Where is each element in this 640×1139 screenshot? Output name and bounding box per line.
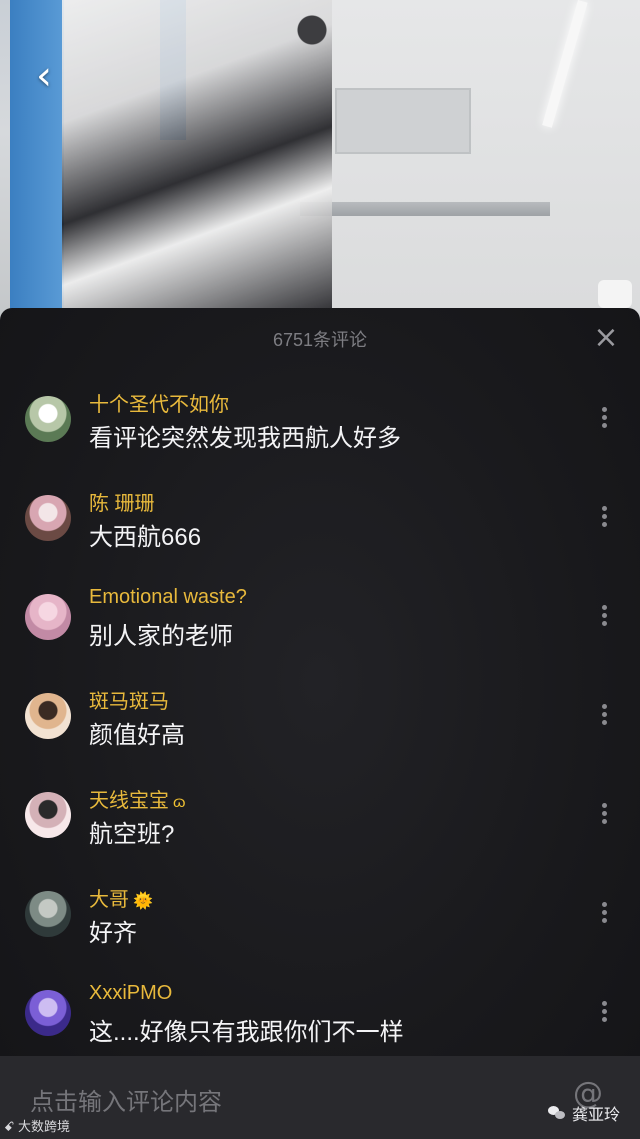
comment-item[interactable]: 陈 珊珊大西航666 [0,467,640,565]
avatar[interactable] [25,495,71,541]
avatar[interactable] [25,990,71,1036]
comments-sheet: 6751条评论 × 十个圣代不如你看评论突然发现我西航人好多陈 珊珊大西航666… [0,308,640,1139]
watermark-left: ꗃ 大数跨境 [4,1116,70,1135]
comment-text: 别人家的老师 [89,623,233,650]
comment-item[interactable]: XxxiPMO 这....好像只有我跟你们不一样 [0,962,640,1060]
more-vertical-icon [592,704,616,725]
comment-item[interactable]: 天线宝宝 ɷ 航空班? [0,764,640,862]
comment-item[interactable]: 大哥 🌞 好齐 [0,863,640,961]
comment-item[interactable]: 斑马斑马 颜值好高 [0,665,640,763]
video-frame[interactable] [0,0,640,330]
video-wall [300,0,640,330]
watermark-logo-icon: ꗃ [4,1119,15,1134]
close-icon: × [593,320,619,355]
more-vertical-icon [592,407,616,428]
username-badge: ɷ [173,794,186,811]
more-vertical-icon [592,1001,616,1022]
video-crowd [62,0,332,310]
watermark-right-text: 龚亚玲 [572,1107,621,1124]
watermark-right: 龚亚玲 [548,1101,620,1125]
comment-item[interactable]: 十个圣代不如你看评论突然发现我西航人好多 [0,368,640,466]
more-options-button[interactable] [592,701,616,731]
more-options-button[interactable] [592,404,616,434]
comment-input[interactable]: 点击输入评论内容 [30,1082,222,1117]
avatar[interactable] [25,792,71,838]
avatar[interactable] [25,594,71,640]
comment-text: 看评论突然发现我西航人好多 [89,425,401,452]
watermark-left-text: 大数跨境 [18,1119,71,1134]
more-vertical-icon [592,506,616,527]
comment-input-bar[interactable]: 点击输入评论内容 @ [0,1056,640,1139]
back-button[interactable]: ‹ [24,56,64,96]
avatar[interactable] [25,693,71,739]
more-vertical-icon [592,803,616,824]
more-options-button[interactable] [592,998,616,1028]
more-vertical-icon [592,902,616,923]
screen: ‹ 6751条评论 × 十个圣代不如你看评论突然发现我西航人好多陈 珊珊大西航6… [0,0,640,1139]
close-button[interactable]: × [590,322,622,354]
comment-item[interactable]: Emotional waste? 别人家的老师 [0,566,640,664]
avatar[interactable] [25,396,71,442]
comment-text: 航空班? [89,821,175,848]
comment-text: 颜值好高 [89,722,185,749]
video-device [598,280,632,308]
comment-username[interactable]: XxxiPMO [89,982,172,1005]
comment-username[interactable]: Emotional waste? [89,586,247,609]
more-options-button[interactable] [592,899,616,929]
more-vertical-icon [592,605,616,626]
avatar[interactable] [25,891,71,937]
comment-text: 大西航666 [89,524,202,551]
comment-username[interactable]: 陈 珊珊 [89,487,155,516]
more-options-button[interactable] [592,503,616,533]
chevron-left-icon: ‹ [36,53,52,99]
more-options-button[interactable] [592,602,616,632]
comment-username[interactable]: 大哥 🌞 [89,883,153,912]
more-options-button[interactable] [592,800,616,830]
comment-username[interactable]: 十个圣代不如你 [89,388,229,417]
video-wall-panel [335,88,471,154]
video-pillar [10,0,64,330]
comment-text: 好齐 [89,920,137,947]
comments-count-title: 6751条评论 [272,330,368,350]
wechat-icon [548,1106,566,1120]
video-pipe [300,202,550,216]
comment-username[interactable]: 斑马斑马 [89,685,169,714]
comment-text: 这....好像只有我跟你们不一样 [89,1019,404,1046]
comment-username[interactable]: 天线宝宝 ɷ [89,784,186,813]
username-badge: 🌞 [133,893,153,910]
